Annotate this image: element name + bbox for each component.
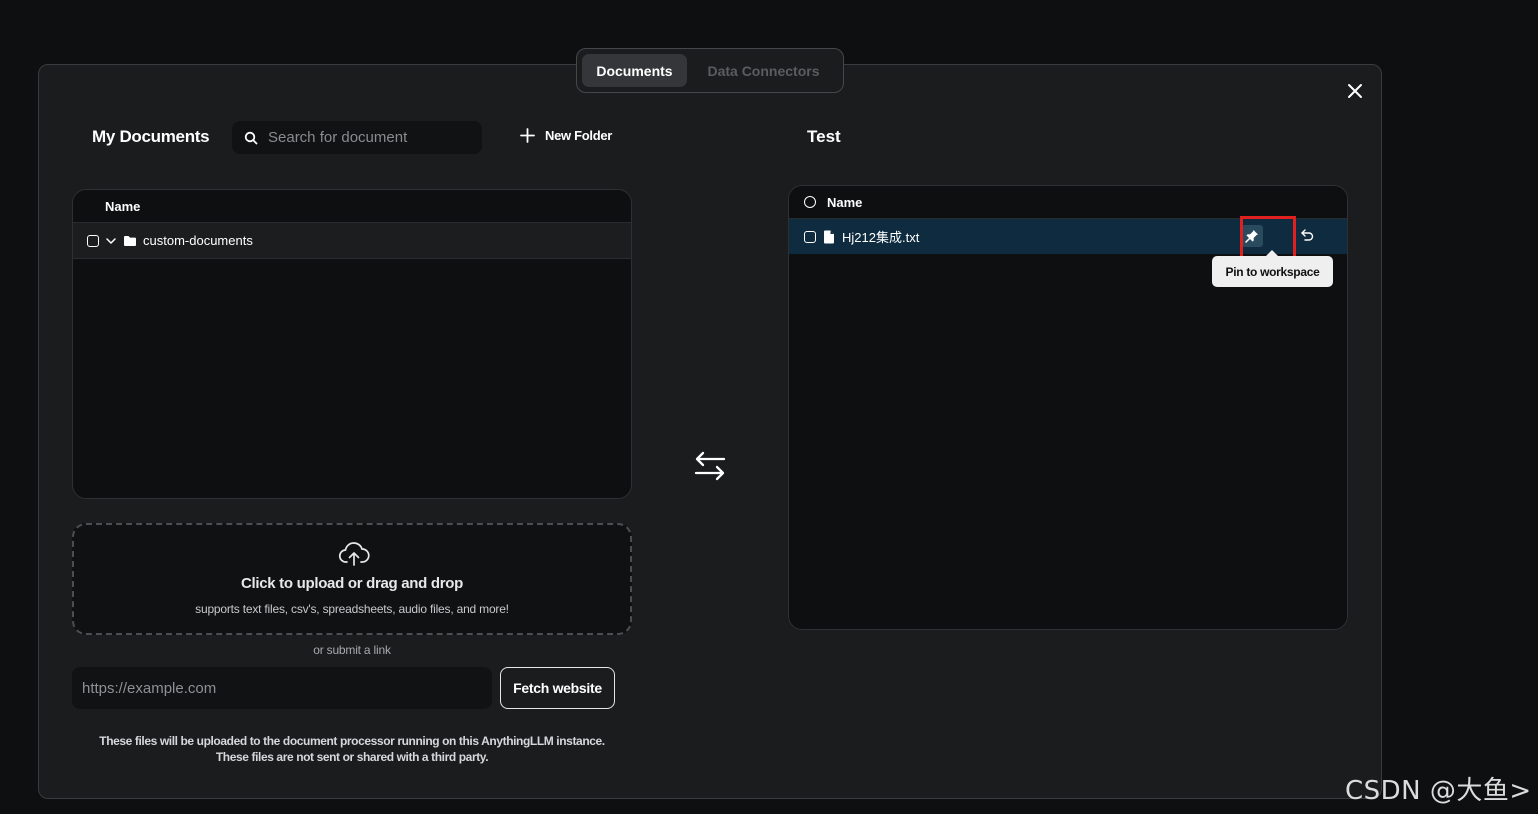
- pin-tooltip: Pin to workspace: [1212, 250, 1333, 287]
- folder-name: custom-documents: [143, 233, 253, 248]
- file-name: Hj212集成.txt: [842, 230, 920, 245]
- swap-arrows-icon: [694, 451, 726, 481]
- file-checkbox[interactable]: [804, 230, 816, 243]
- workspace-documents-header: Name: [789, 186, 1347, 219]
- folder-row[interactable]: custom-documents: [73, 223, 631, 259]
- column-name-header: Name: [827, 194, 863, 210]
- watermark: CSDN @大鱼>: [1345, 776, 1532, 806]
- close-button[interactable]: [1344, 80, 1366, 102]
- modal-tabs: Documents Data Connectors: [576, 48, 844, 93]
- notice-line-1: These files will be uploaded to the docu…: [99, 734, 605, 748]
- undo-icon[interactable]: [1300, 228, 1314, 242]
- cloud-upload-icon: [338, 542, 370, 566]
- close-icon: [1348, 84, 1362, 98]
- my-documents-title: My Documents: [92, 127, 210, 146]
- upload-notice: These files will be uploaded to the docu…: [72, 733, 632, 765]
- column-name-header: Name: [105, 198, 141, 214]
- search-input[interactable]: [268, 129, 468, 146]
- notice-line-2: These files are not sent or shared with …: [215, 750, 489, 764]
- app-root: Documents Data Connectors My Documents N…: [0, 0, 1538, 814]
- select-all-checkbox[interactable]: [804, 196, 816, 208]
- search-icon: [244, 131, 258, 144]
- upload-subtitle: supports text files, csv's, spreadsheets…: [195, 602, 509, 616]
- file-icon: [824, 230, 834, 243]
- url-input[interactable]: [72, 667, 492, 709]
- upload-title: Click to upload or drag and drop: [240, 575, 464, 592]
- tab-data-connectors[interactable]: Data Connectors: [689, 54, 838, 87]
- workspace-title: Test: [807, 127, 841, 146]
- plus-icon: [520, 128, 535, 143]
- new-folder-button[interactable]: New Folder: [519, 127, 612, 144]
- folder-icon: [124, 235, 136, 246]
- or-submit-link-label: or submit a link: [313, 643, 391, 657]
- my-documents-header: Name: [73, 190, 631, 223]
- chevron-down-icon[interactable]: [105, 235, 117, 247]
- fetch-website-button[interactable]: Fetch website: [500, 667, 615, 709]
- my-documents-panel: Name custom-documents: [72, 189, 632, 499]
- tab-documents[interactable]: Documents: [582, 54, 687, 87]
- folder-checkbox[interactable]: [87, 234, 99, 247]
- search-box[interactable]: [232, 121, 482, 154]
- new-folder-label: New Folder: [545, 128, 613, 143]
- upload-dropzone[interactable]: Click to upload or drag and drop support…: [72, 523, 632, 635]
